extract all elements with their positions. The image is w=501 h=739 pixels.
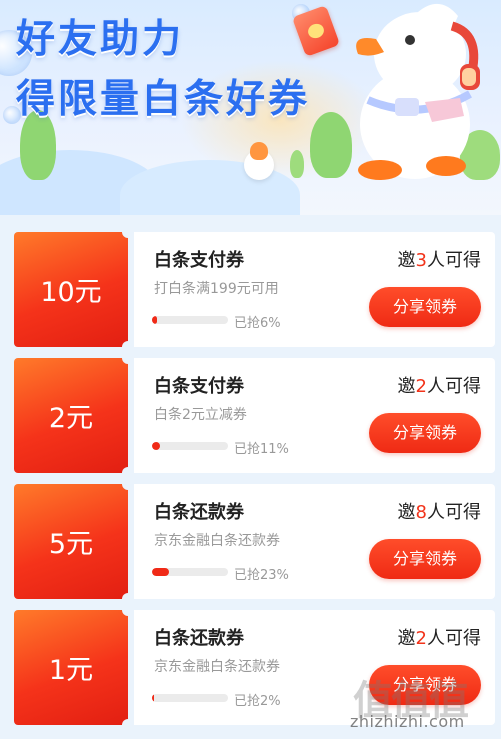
- coupon-amount-panel: 10元: [14, 226, 134, 353]
- hero-banner: 好友助力 得限量白条好券: [0, 0, 501, 215]
- banner-title-line2: 得限量白条好券: [16, 77, 311, 122]
- coupon-progress-text: 已抢6%: [234, 316, 281, 331]
- watermark: 值值值 zhizhizhi.com: [348, 668, 498, 738]
- invite-count: 2: [415, 628, 427, 649]
- invite-suffix: 人可得: [427, 376, 481, 397]
- banner-title-line1: 好友助力: [16, 17, 185, 62]
- invite-prefix: 邀: [397, 628, 416, 649]
- coupon-invite-requirement: 邀2人可得: [398, 372, 481, 398]
- invite-prefix: 邀: [397, 376, 416, 397]
- coupon-progress-text: 已抢23%: [234, 568, 289, 583]
- coupon-amount-panel: 2元: [14, 352, 134, 479]
- coupon-progress-bar: [152, 568, 228, 576]
- coupon-info-panel: 白条支付券 打白条满199元可用 已抢6% 邀3人可得 分享领券: [134, 232, 495, 347]
- coupon-notch: [122, 478, 134, 490]
- coupon-desc: 京东金融白条还款券: [154, 533, 280, 549]
- invite-prefix: 邀: [397, 250, 416, 271]
- coupon-amount-panel: 5元: [14, 478, 134, 605]
- coupon-amount: 5元: [48, 529, 94, 560]
- invite-count: 8: [415, 502, 427, 523]
- coupon-card: 10元 白条支付券 打白条满199元可用 已抢6% 邀3人可得 分享领券: [14, 226, 495, 353]
- coupon-amount-panel: 1元: [14, 604, 134, 731]
- invite-suffix: 人可得: [427, 502, 481, 523]
- coupon-desc: 白条2元立减券: [154, 407, 247, 423]
- decor-hill: [290, 150, 304, 178]
- coupon-progress-fill: [152, 568, 170, 576]
- coupon-notch: [122, 226, 134, 238]
- coupon-progress-bar: [152, 442, 228, 450]
- coupon-desc: 打白条满199元可用: [154, 281, 279, 297]
- coupon-progress-fill: [152, 694, 155, 702]
- coupon-progress-fill: [152, 316, 157, 324]
- coupon-card: 2元 白条支付券 白条2元立减券 已抢11% 邀2人可得 分享领券: [14, 352, 495, 479]
- coupon-amount: 1元: [48, 655, 94, 686]
- share-claim-button[interactable]: 分享领券: [369, 413, 481, 453]
- coupon-notch: [122, 604, 134, 616]
- coupon-invite-requirement: 邀3人可得: [398, 246, 481, 272]
- coupon-progress-bar: [152, 316, 228, 324]
- coupon-invite-requirement: 邀8人可得: [398, 498, 481, 524]
- coupon-name: 白条支付券: [154, 250, 244, 271]
- coupon-info-panel: 白条还款券 京东金融白条还款券 已抢23% 邀8人可得 分享领券: [134, 484, 495, 599]
- invite-count: 3: [415, 250, 427, 271]
- coupon-name: 白条支付券: [154, 376, 244, 397]
- invite-count: 2: [415, 376, 427, 397]
- coupon-desc: 京东金融白条还款券: [154, 659, 280, 675]
- coupon-name: 白条还款券: [154, 628, 244, 649]
- coupon-name: 白条还款券: [154, 502, 244, 523]
- coupon-progress-fill: [152, 442, 161, 450]
- coupon-progress-text: 已抢11%: [234, 442, 289, 457]
- coupon-notch: [122, 352, 134, 364]
- coupon-info-panel: 白条支付券 白条2元立减券 已抢11% 邀2人可得 分享领券: [134, 358, 495, 473]
- coupon-card: 5元 白条还款券 京东金融白条还款券 已抢23% 邀8人可得 分享领券: [14, 478, 495, 605]
- decor-lamp-icon: [244, 142, 274, 180]
- coupon-progress-text: 已抢2%: [234, 694, 281, 709]
- coupon-amount: 10元: [40, 277, 102, 308]
- coupon-amount: 2元: [48, 403, 94, 434]
- share-claim-button[interactable]: 分享领券: [369, 287, 481, 327]
- invite-prefix: 邀: [397, 502, 416, 523]
- invite-suffix: 人可得: [427, 628, 481, 649]
- duck-mascot-icon: [356, 3, 480, 180]
- coupon-notch: [122, 719, 134, 731]
- watermark-url: zhizhizhi.com: [350, 712, 465, 731]
- invite-suffix: 人可得: [427, 250, 481, 271]
- coupon-progress-bar: [152, 694, 228, 702]
- coupon-invite-requirement: 邀2人可得: [398, 624, 481, 650]
- share-claim-button[interactable]: 分享领券: [369, 539, 481, 579]
